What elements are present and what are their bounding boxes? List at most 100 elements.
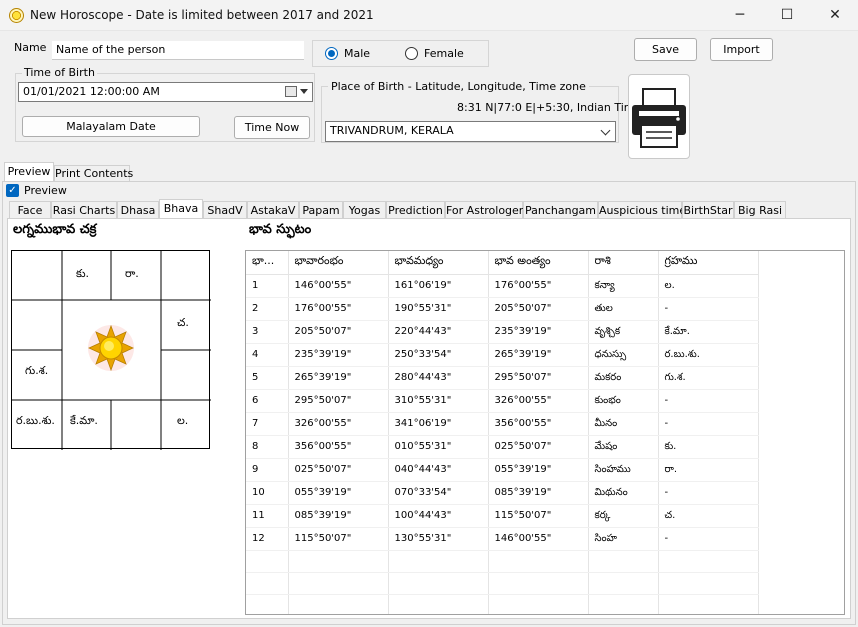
- table-row[interactable]: 7 326°00'55" 341°06'19" 356°00'55" మీనం -: [246, 412, 759, 436]
- table-cell: ల.: [658, 274, 759, 298]
- table-row[interactable]: 10 055°39'19" 070°33'54" 085°39'19" మిథునం -: [246, 481, 759, 505]
- calendar-icon[interactable]: [285, 86, 297, 97]
- place-value: TRIVANDRUM, KERALA: [330, 124, 454, 137]
- table-row[interactable]: 12 115°50'07" 130°55'31" 146°00'55" సింహ -: [246, 527, 759, 551]
- table-cell: 235°39'19": [488, 320, 589, 344]
- table-cell: 235°39'19": [288, 343, 389, 367]
- table-cell: 100°44'43": [388, 504, 489, 528]
- chart-cell-r2c0: గు.శ.: [25, 364, 49, 377]
- bhava-table[interactable]: భా... భావారంభం భావమధ్యం భావ అంత్యం రాశి …: [245, 250, 845, 615]
- printer-icon: [632, 88, 686, 148]
- table-cell: 9: [246, 458, 289, 482]
- preview-checkbox-label: Preview: [24, 184, 67, 197]
- tab-print-contents[interactable]: Print Contents: [54, 165, 133, 182]
- table-cell: -: [658, 297, 759, 321]
- name-input[interactable]: Name of the person: [52, 41, 304, 60]
- table-cell: 265°39'19": [288, 366, 389, 390]
- table-cell: 356°00'55": [288, 435, 389, 459]
- table-cell: మేషం: [588, 435, 659, 459]
- female-label: Female: [424, 47, 464, 60]
- table-cell: 190°55'31": [388, 297, 489, 321]
- import-button[interactable]: Import: [710, 38, 773, 61]
- table-cell: -: [658, 481, 759, 505]
- place-of-birth-label: Place of Birth - Latitude, Longitude, Ti…: [328, 80, 589, 93]
- table-cell: కుంభం: [588, 389, 659, 413]
- maximize-icon[interactable]: ☐: [764, 0, 810, 31]
- col-header-bhava-start[interactable]: భావారంభం: [288, 251, 389, 275]
- save-button[interactable]: Save: [634, 38, 697, 61]
- chart-cell-r3c3: ల.: [177, 414, 189, 427]
- table-cell: 010°55'31": [388, 435, 489, 459]
- table-cell: 250°33'54": [388, 343, 489, 367]
- table-cell: చ.: [658, 504, 759, 528]
- table-cell: 341°06'19": [388, 412, 489, 436]
- print-button[interactable]: [628, 74, 690, 159]
- table-cell: 2: [246, 297, 289, 321]
- col-header-bhava-end[interactable]: భావ అంత్యం: [488, 251, 589, 275]
- table-row[interactable]: 1 146°00'55" 161°06'19" 176°00'55" కన్యా ల.: [246, 274, 759, 298]
- table-row[interactable]: 2 176°00'55" 190°55'31" 205°50'07" తుల -: [246, 297, 759, 321]
- table-cell: 205°50'07": [288, 320, 389, 344]
- table-cell: 115°50'07": [488, 504, 589, 528]
- table-cell: 3: [246, 320, 289, 344]
- bhava-chart: కు. రా. చ. గు.శ. ర.బు.శు. కే.మా. ల.: [11, 250, 211, 450]
- chart-title: లగ్నముభావ చక్ర: [13, 222, 97, 237]
- col-header-rasi[interactable]: రాశి: [588, 251, 659, 275]
- table-cell: 12: [246, 527, 289, 551]
- datetime-value: 01/01/2021 12:00:00 AM: [23, 85, 160, 98]
- col-header-graha[interactable]: గ్రహము: [658, 251, 759, 275]
- table-cell: కు.: [658, 435, 759, 459]
- chevron-down-icon[interactable]: [300, 89, 308, 94]
- sun-icon: [88, 324, 134, 372]
- table-cell: -: [658, 389, 759, 413]
- chart-cell-r3c0: ర.బు.శు.: [16, 414, 55, 427]
- table-row[interactable]: 4 235°39'19" 250°33'54" 265°39'19" ధనుస్సు ర.…: [246, 343, 759, 367]
- time-now-button[interactable]: Time Now: [234, 116, 310, 139]
- table-cell: 040°44'43": [388, 458, 489, 482]
- malayalam-date-button[interactable]: Malayalam Date: [22, 116, 200, 137]
- table-cell: 326°00'55": [488, 389, 589, 413]
- coordinates-text: 8:31 N|77:0 E|+5:30, Indian Time: [457, 101, 642, 114]
- table-row[interactable]: 11 085°39'19" 100°44'43" 115°50'07" కర్క చ.: [246, 504, 759, 528]
- table-cell: 4: [246, 343, 289, 367]
- table-cell: 146°00'55": [288, 274, 389, 298]
- close-icon[interactable]: ✕: [812, 0, 858, 31]
- table-cell: తుల: [588, 297, 659, 321]
- col-header-bhava-no[interactable]: భా...: [246, 251, 289, 275]
- table-title: భావ స్ఫుటం: [249, 222, 312, 237]
- datetime-picker[interactable]: 01/01/2021 12:00:00 AM: [18, 82, 313, 102]
- table-cell: 8: [246, 435, 289, 459]
- table-row[interactable]: 9 025°50'07" 040°44'43" 055°39'19" సింహము రా.: [246, 458, 759, 482]
- table-cell: 280°44'43": [388, 366, 489, 390]
- table-cell: మీనం: [588, 412, 659, 436]
- table-cell: -: [658, 527, 759, 551]
- table-row[interactable]: 8 356°00'55" 010°55'31" 025°50'07" మేషం కు.: [246, 435, 759, 459]
- table-cell: సింహము: [588, 458, 659, 482]
- table-cell: సింహ: [588, 527, 659, 551]
- table-cell: 295°50'07": [488, 366, 589, 390]
- place-select[interactable]: TRIVANDRUM, KERALA: [325, 121, 616, 142]
- empty-row: [246, 550, 759, 573]
- tab-preview[interactable]: Preview: [4, 162, 54, 183]
- empty-row: [246, 594, 759, 614]
- male-radio[interactable]: [325, 47, 338, 60]
- table-cell: 356°00'55": [488, 412, 589, 436]
- col-header-bhava-middle[interactable]: భావమధ్యం: [388, 251, 489, 275]
- table-cell: ధనుస్సు: [588, 343, 659, 367]
- table-row[interactable]: 6 295°50'07" 310°55'31" 326°00'55" కుంభం -: [246, 389, 759, 413]
- window-title: New Horoscope - Date is limited between …: [30, 8, 374, 22]
- female-radio[interactable]: [405, 47, 418, 60]
- minimize-icon[interactable]: ─: [717, 0, 763, 31]
- table-cell: 161°06'19": [388, 274, 489, 298]
- preview-checkbox[interactable]: ✓: [6, 184, 19, 197]
- table-cell: వృశ్చిక: [588, 320, 659, 344]
- tab-bhava[interactable]: Bhava: [159, 199, 203, 220]
- table-cell: 10: [246, 481, 289, 505]
- table-row[interactable]: 3 205°50'07" 220°44'43" 235°39'19" వృశ్చిక కే…: [246, 320, 759, 344]
- table-row[interactable]: 5 265°39'19" 280°44'43" 295°50'07" మకరం గు.శ.: [246, 366, 759, 390]
- table-cell: 055°39'19": [288, 481, 389, 505]
- table-cell: 085°39'19": [288, 504, 389, 528]
- table-cell: ర.బు.శు.: [658, 343, 759, 367]
- table-header-row: భా... భావారంభం భావమధ్యం భావ అంత్యం రాశి …: [246, 251, 759, 275]
- table-cell: మిథునం: [588, 481, 659, 505]
